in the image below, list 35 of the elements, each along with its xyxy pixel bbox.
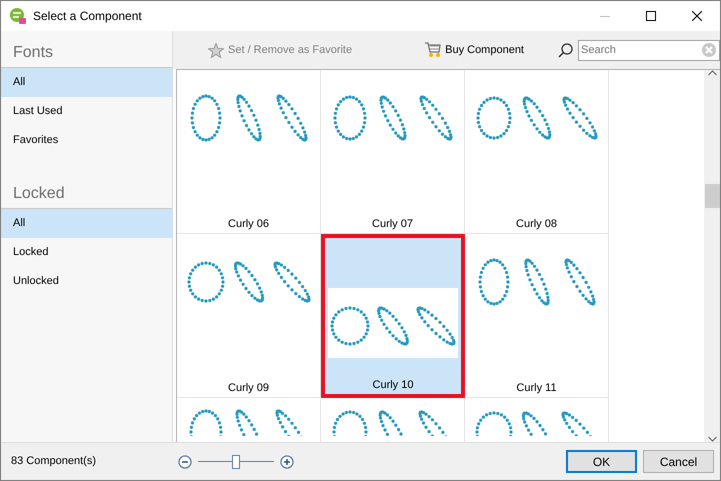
cart-icon: [424, 42, 442, 58]
scroll-down-icon[interactable]: [708, 436, 716, 442]
buy-component-button[interactable]: Buy Component: [424, 42, 524, 58]
tile-label: Curly 11: [516, 380, 557, 396]
dialog-button[interactable]: OK: [566, 450, 637, 473]
scroll-up-icon[interactable]: [708, 70, 716, 76]
tile-label: Curly 09: [228, 380, 269, 396]
sidebar-item[interactable]: All: [1, 68, 172, 97]
font-tile[interactable]: Curly 11: [465, 234, 609, 398]
tile-label: Curly 06: [228, 216, 269, 232]
window-title: Select a Component: [33, 8, 142, 25]
sidebar-item[interactable]: Locked: [1, 238, 172, 267]
search-icon: [558, 42, 573, 58]
font-tile[interactable]: Curly 08: [465, 70, 609, 234]
search-field[interactable]: Search: [578, 40, 720, 60]
tile-label: Curly 08: [516, 216, 557, 232]
tile-label: Curly 07: [372, 216, 413, 232]
zoom-in-icon[interactable]: [280, 454, 294, 468]
dialog-button[interactable]: Cancel: [643, 450, 714, 473]
vertical-scrollbar[interactable]: [704, 70, 720, 442]
sidebar-item[interactable]: All: [1, 209, 172, 238]
sidebar-item[interactable]: Unlocked: [1, 267, 172, 296]
scrollbar-thumb[interactable]: [704, 184, 720, 208]
star-icon: [208, 42, 224, 58]
maximize-icon: [646, 11, 656, 21]
font-tile[interactable]: Curly 06: [177, 70, 321, 234]
sidebar-item[interactable]: Last Used: [1, 97, 172, 126]
slider-thumb[interactable]: [232, 454, 240, 468]
zoom-out-icon[interactable]: [178, 454, 192, 468]
app-icon: [9, 7, 27, 25]
close-icon: [692, 11, 702, 21]
tile-label: Curly 10: [372, 378, 414, 392]
sidebar-item[interactable]: Favorites: [1, 126, 172, 155]
component-count: 83 Component(s): [10, 454, 97, 470]
font-tile[interactable]: Curly 10: [321, 234, 465, 398]
